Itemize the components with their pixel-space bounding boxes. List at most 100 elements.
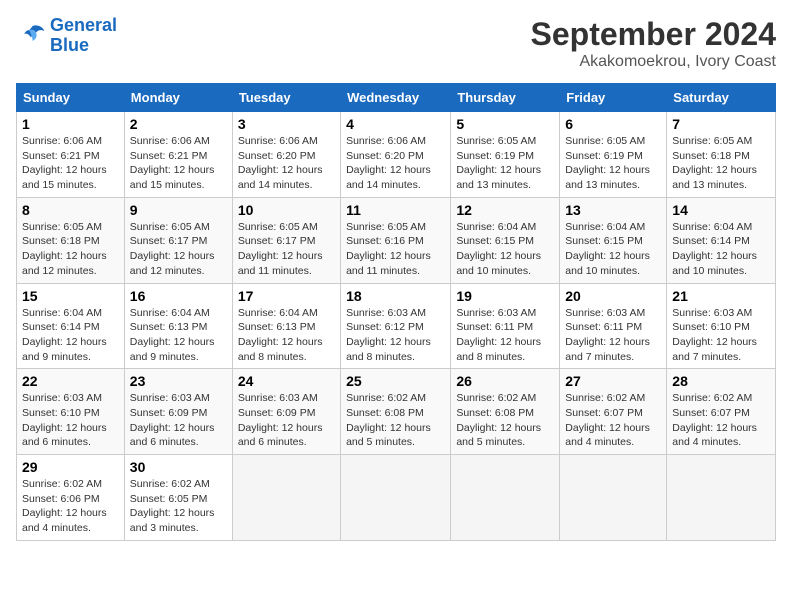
calendar-cell: 30 Sunrise: 6:02 AM Sunset: 6:05 PM Dayli… <box>124 455 232 541</box>
calendar-cell: 6 Sunrise: 6:05 AM Sunset: 6:19 PM Daylig… <box>560 112 667 198</box>
day-number: 1 <box>22 116 119 132</box>
col-wednesday: Wednesday <box>341 84 451 112</box>
day-info: Sunrise: 6:06 AM Sunset: 6:21 PM Dayligh… <box>130 134 227 193</box>
calendar-cell: 16 Sunrise: 6:04 AM Sunset: 6:13 PM Dayli… <box>124 283 232 369</box>
calendar-cell: 25Sunrise: 6:02 AM Sunset: 6:08 PM Dayli… <box>341 369 451 455</box>
day-number: 5 <box>456 116 554 132</box>
calendar-cell: 7 Sunrise: 6:05 AM Sunset: 6:18 PM Daylig… <box>667 112 776 198</box>
day-info: Sunrise: 6:04 AM Sunset: 6:15 PM Dayligh… <box>456 220 554 279</box>
day-info: Sunrise: 6:05 AM Sunset: 6:19 PM Dayligh… <box>456 134 554 193</box>
day-number: 6 <box>565 116 661 132</box>
day-number: 9 <box>130 202 227 218</box>
day-info: Sunrise: 6:06 AM Sunset: 6:20 PM Dayligh… <box>346 134 445 193</box>
calendar-cell: 19 Sunrise: 6:03 AM Sunset: 6:11 PM Dayli… <box>451 283 560 369</box>
calendar-cell <box>667 455 776 541</box>
calendar-cell: 8 Sunrise: 6:05 AM Sunset: 6:18 PM Daylig… <box>17 197 125 283</box>
day-info: Sunrise: 6:04 AM Sunset: 6:14 PM Dayligh… <box>22 306 119 365</box>
title-area: September 2024 Akakomoekrou, Ivory Coast <box>531 16 776 71</box>
day-info: Sunrise: 6:04 AM Sunset: 6:14 PM Dayligh… <box>672 220 770 279</box>
calendar-header-row: Sunday Monday Tuesday Wednesday Thursday… <box>17 84 776 112</box>
calendar-table: Sunday Monday Tuesday Wednesday Thursday… <box>16 83 776 541</box>
day-info: Sunrise: 6:05 AM Sunset: 6:17 PM Dayligh… <box>238 220 335 279</box>
day-number: 3 <box>238 116 335 132</box>
day-info: Sunrise: 6:02 AM Sunset: 6:07 PM Dayligh… <box>565 391 661 450</box>
col-friday: Friday <box>560 84 667 112</box>
logo-icon <box>16 22 46 50</box>
calendar-cell: 28 Sunrise: 6:02 AM Sunset: 6:07 PM Dayli… <box>667 369 776 455</box>
calendar-cell: 21 Sunrise: 6:03 AM Sunset: 6:10 PM Dayli… <box>667 283 776 369</box>
day-number: 29 <box>22 459 119 475</box>
day-number: 24 <box>238 373 335 389</box>
day-info: Sunrise: 6:02 AM Sunset: 6:08 PM Dayligh… <box>456 391 554 450</box>
day-number: 10 <box>238 202 335 218</box>
day-number: 18 <box>346 288 445 304</box>
day-info: Sunrise: 6:05 AM Sunset: 6:17 PM Dayligh… <box>130 220 227 279</box>
logo: General Blue <box>16 16 117 56</box>
calendar-cell: 29 Sunrise: 6:02 AM Sunset: 6:06 PM Dayli… <box>17 455 125 541</box>
calendar-week-1: 1 Sunrise: 6:06 AM Sunset: 6:21 PM Daylig… <box>17 112 776 198</box>
col-monday: Monday <box>124 84 232 112</box>
col-thursday: Thursday <box>451 84 560 112</box>
calendar-cell: 11Sunrise: 6:05 AM Sunset: 6:16 PM Dayli… <box>341 197 451 283</box>
calendar-week-5: 29 Sunrise: 6:02 AM Sunset: 6:06 PM Dayli… <box>17 455 776 541</box>
day-info: Sunrise: 6:05 AM Sunset: 6:18 PM Dayligh… <box>22 220 119 279</box>
day-number: 30 <box>130 459 227 475</box>
day-info: Sunrise: 6:03 AM Sunset: 6:09 PM Dayligh… <box>130 391 227 450</box>
day-number: 28 <box>672 373 770 389</box>
day-info: Sunrise: 6:02 AM Sunset: 6:07 PM Dayligh… <box>672 391 770 450</box>
calendar-cell <box>560 455 667 541</box>
calendar-cell: 4 Sunrise: 6:06 AM Sunset: 6:20 PM Daylig… <box>341 112 451 198</box>
day-number: 2 <box>130 116 227 132</box>
calendar-week-2: 8 Sunrise: 6:05 AM Sunset: 6:18 PM Daylig… <box>17 197 776 283</box>
calendar-week-4: 22Sunrise: 6:03 AM Sunset: 6:10 PM Dayli… <box>17 369 776 455</box>
day-number: 20 <box>565 288 661 304</box>
calendar-cell <box>232 455 340 541</box>
day-number: 26 <box>456 373 554 389</box>
day-info: Sunrise: 6:03 AM Sunset: 6:11 PM Dayligh… <box>456 306 554 365</box>
calendar-cell: 5 Sunrise: 6:05 AM Sunset: 6:19 PM Daylig… <box>451 112 560 198</box>
day-info: Sunrise: 6:03 AM Sunset: 6:11 PM Dayligh… <box>565 306 661 365</box>
day-number: 7 <box>672 116 770 132</box>
day-number: 8 <box>22 202 119 218</box>
day-number: 22 <box>22 373 119 389</box>
day-number: 4 <box>346 116 445 132</box>
day-info: Sunrise: 6:05 AM Sunset: 6:18 PM Dayligh… <box>672 134 770 193</box>
calendar-cell: 18 Sunrise: 6:03 AM Sunset: 6:12 PM Dayli… <box>341 283 451 369</box>
col-saturday: Saturday <box>667 84 776 112</box>
day-info: Sunrise: 6:04 AM Sunset: 6:13 PM Dayligh… <box>130 306 227 365</box>
day-info: Sunrise: 6:02 AM Sunset: 6:08 PM Dayligh… <box>346 391 445 450</box>
calendar-cell: 26 Sunrise: 6:02 AM Sunset: 6:08 PM Dayli… <box>451 369 560 455</box>
calendar-cell: 9 Sunrise: 6:05 AM Sunset: 6:17 PM Daylig… <box>124 197 232 283</box>
day-info: Sunrise: 6:02 AM Sunset: 6:06 PM Dayligh… <box>22 477 119 536</box>
month-title: September 2024 <box>531 16 776 53</box>
day-info: Sunrise: 6:04 AM Sunset: 6:13 PM Dayligh… <box>238 306 335 365</box>
day-info: Sunrise: 6:03 AM Sunset: 6:12 PM Dayligh… <box>346 306 445 365</box>
day-info: Sunrise: 6:02 AM Sunset: 6:05 PM Dayligh… <box>130 477 227 536</box>
calendar-cell: 1 Sunrise: 6:06 AM Sunset: 6:21 PM Daylig… <box>17 112 125 198</box>
calendar-cell: 12Sunrise: 6:04 AM Sunset: 6:15 PM Dayli… <box>451 197 560 283</box>
day-info: Sunrise: 6:06 AM Sunset: 6:20 PM Dayligh… <box>238 134 335 193</box>
day-info: Sunrise: 6:05 AM Sunset: 6:19 PM Dayligh… <box>565 134 661 193</box>
day-number: 21 <box>672 288 770 304</box>
calendar-cell: 17 Sunrise: 6:04 AM Sunset: 6:13 PM Dayli… <box>232 283 340 369</box>
calendar-cell: 2 Sunrise: 6:06 AM Sunset: 6:21 PM Daylig… <box>124 112 232 198</box>
calendar-cell: 3 Sunrise: 6:06 AM Sunset: 6:20 PM Daylig… <box>232 112 340 198</box>
day-info: Sunrise: 6:04 AM Sunset: 6:15 PM Dayligh… <box>565 220 661 279</box>
day-info: Sunrise: 6:05 AM Sunset: 6:16 PM Dayligh… <box>346 220 445 279</box>
day-number: 17 <box>238 288 335 304</box>
page-header: General Blue September 2024 Akakomoekrou… <box>16 16 776 71</box>
calendar-week-3: 15 Sunrise: 6:04 AM Sunset: 6:14 PM Dayli… <box>17 283 776 369</box>
day-number: 13 <box>565 202 661 218</box>
col-tuesday: Tuesday <box>232 84 340 112</box>
day-number: 16 <box>130 288 227 304</box>
day-number: 23 <box>130 373 227 389</box>
calendar-cell: 15 Sunrise: 6:04 AM Sunset: 6:14 PM Dayli… <box>17 283 125 369</box>
calendar-cell <box>341 455 451 541</box>
day-number: 19 <box>456 288 554 304</box>
calendar-cell: 27Sunrise: 6:02 AM Sunset: 6:07 PM Dayli… <box>560 369 667 455</box>
day-info: Sunrise: 6:06 AM Sunset: 6:21 PM Dayligh… <box>22 134 119 193</box>
day-number: 15 <box>22 288 119 304</box>
calendar-cell: 14Sunrise: 6:04 AM Sunset: 6:14 PM Dayli… <box>667 197 776 283</box>
col-sunday: Sunday <box>17 84 125 112</box>
day-info: Sunrise: 6:03 AM Sunset: 6:10 PM Dayligh… <box>672 306 770 365</box>
